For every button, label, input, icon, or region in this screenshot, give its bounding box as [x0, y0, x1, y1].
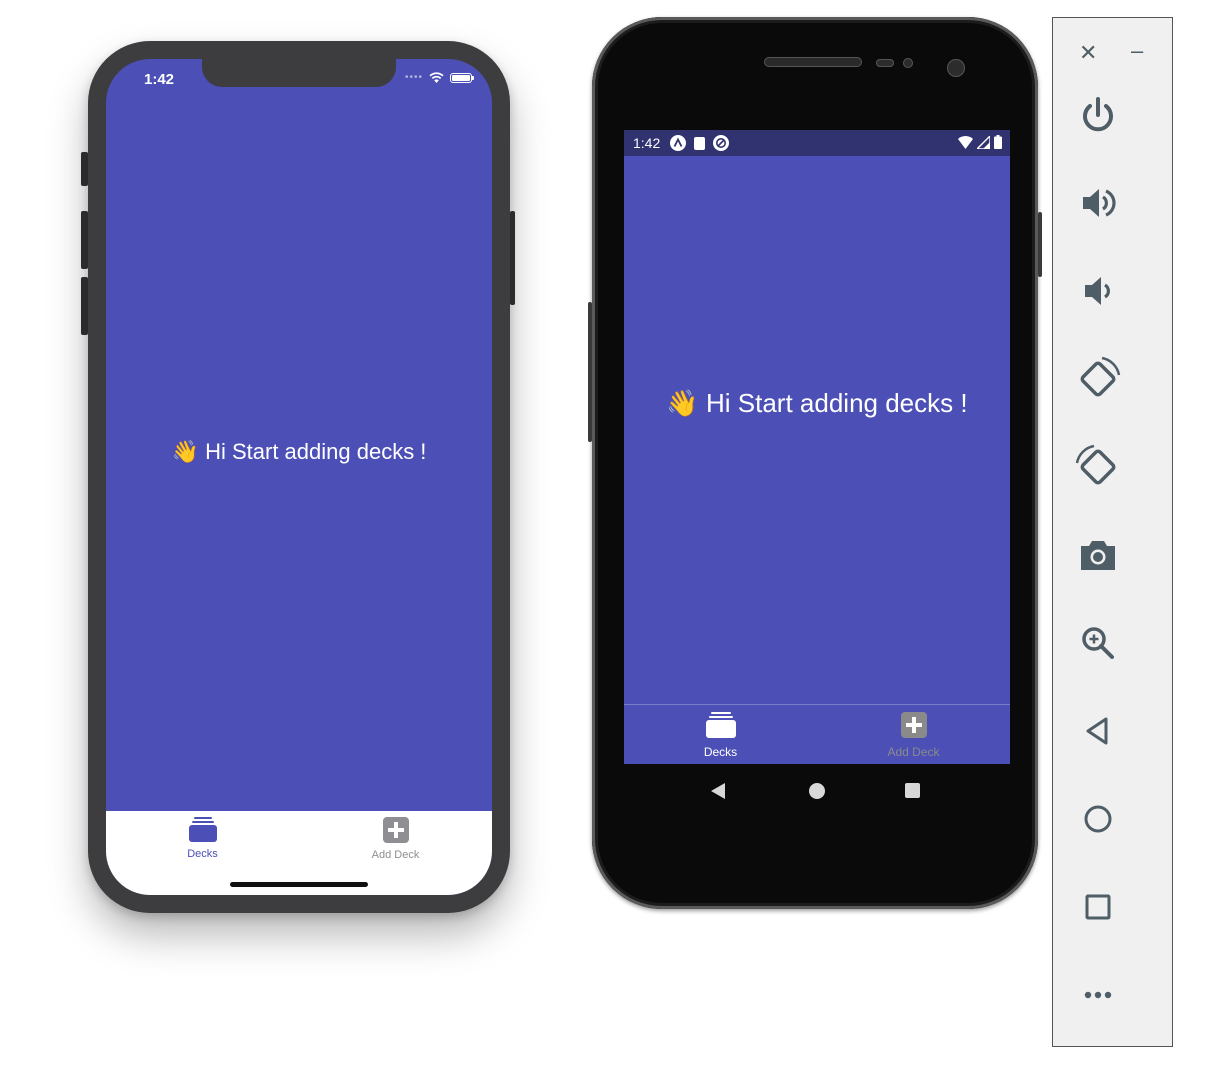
rotate-right-icon[interactable]: [1073, 442, 1123, 492]
signal-icon: ••••: [404, 72, 423, 83]
data-saver-icon: [713, 135, 730, 151]
iphone-side-button: [510, 211, 515, 305]
home-indicator[interactable]: [230, 882, 368, 887]
tab-label: Decks: [187, 848, 218, 860]
light-sensor: [903, 58, 913, 68]
nav-recents-icon[interactable]: [905, 783, 920, 798]
android-emulator: 1:42 👋 Hi Start adding decks ! Decks Add…: [588, 17, 1042, 909]
proximity-sensor: [876, 59, 894, 67]
ios-screen: 1:42 •••• 👋 Hi Start adding decks ! Deck…: [106, 59, 492, 895]
volume-up-icon[interactable]: [1073, 178, 1123, 228]
android-navigation-bar: [624, 764, 1010, 816]
deck-icon: [188, 817, 217, 842]
camera-icon[interactable]: [1073, 530, 1123, 580]
earpiece-speaker: [764, 57, 862, 67]
ios-status-icons: ••••: [404, 71, 474, 85]
tab-decks[interactable]: Decks: [624, 705, 817, 764]
android-status-time: 1:42: [633, 135, 661, 151]
battery-icon: [994, 135, 1002, 149]
tab-label: Add Deck: [887, 745, 940, 759]
back-icon[interactable]: [1073, 706, 1123, 756]
plus-square-icon: [900, 712, 927, 738]
volume-down-icon[interactable]: [1073, 266, 1123, 316]
nav-back-icon[interactable]: [711, 783, 725, 799]
wifi-icon: [429, 72, 444, 83]
battery-icon: [450, 73, 474, 83]
minimize-icon[interactable]: –: [1131, 38, 1143, 64]
iphone-volume-up-button: [81, 211, 88, 269]
wifi-icon: [958, 135, 973, 149]
expo-icon: [670, 135, 687, 151]
deck-icon: [705, 712, 736, 738]
greeting-text: 👋 Hi Start adding decks !: [171, 439, 427, 464]
zoom-icon[interactable]: [1073, 618, 1123, 668]
ios-notch: [202, 59, 396, 87]
front-camera: [947, 59, 965, 77]
tab-add-deck[interactable]: Add Deck: [817, 705, 1010, 764]
greeting-text: 👋 Hi Start adding decks !: [666, 388, 968, 418]
nav-home-icon[interactable]: [809, 783, 825, 799]
android-power-button: [1038, 212, 1042, 277]
overview-icon[interactable]: [1073, 882, 1123, 932]
sd-card-icon: [694, 136, 706, 150]
emulator-toolbar: ✕ –: [1052, 17, 1173, 1047]
more-icon[interactable]: [1073, 970, 1123, 1020]
home-icon[interactable]: [1073, 794, 1123, 844]
android-volume-rocker: [588, 302, 592, 442]
tab-label: Decks: [703, 745, 738, 759]
cell-signal-icon: [977, 135, 990, 149]
android-status-bar: 1:42: [624, 130, 1010, 156]
close-icon[interactable]: ✕: [1079, 40, 1097, 66]
android-screen: 1:42 👋 Hi Start adding decks ! Decks Add…: [624, 130, 1010, 764]
rotate-left-icon[interactable]: [1073, 354, 1123, 404]
plus-square-icon: [382, 817, 409, 843]
power-icon[interactable]: [1073, 90, 1123, 140]
iphone-simulator: 1:42 •••• 👋 Hi Start adding decks ! Deck…: [81, 41, 515, 913]
tab-label: Add Deck: [371, 849, 420, 861]
ios-status-time: 1:42: [144, 71, 175, 88]
iphone-volume-down-button: [81, 277, 88, 335]
iphone-mute-switch: [81, 152, 88, 186]
android-tab-bar: Decks Add Deck: [624, 704, 1010, 764]
